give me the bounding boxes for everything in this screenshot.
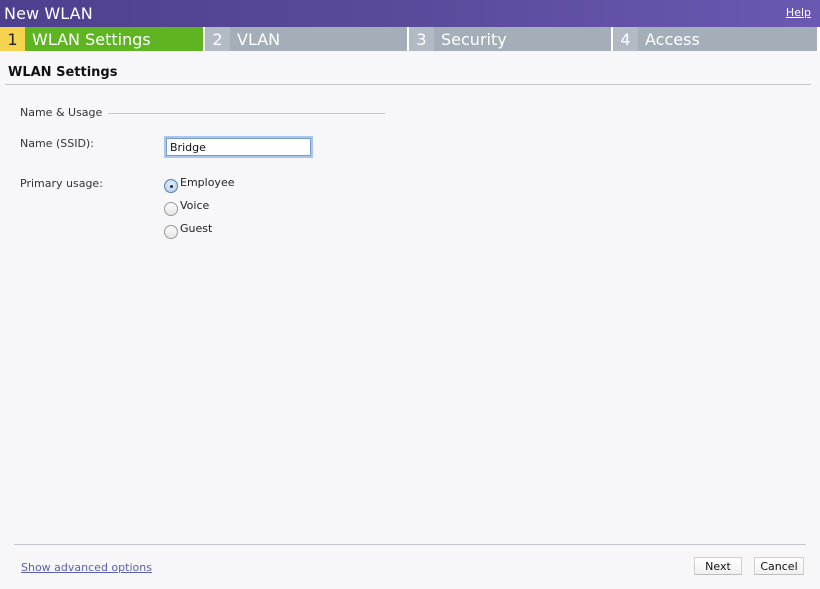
radio-button[interactable] [164, 202, 178, 216]
radio-button-checked[interactable] [164, 179, 178, 193]
step-security[interactable]: 3 Security [409, 27, 611, 51]
step-label: WLAN Settings [25, 27, 203, 51]
step-number: 4 [613, 27, 638, 51]
section-divider [5, 84, 811, 85]
footer-divider [14, 544, 806, 545]
step-label: Security [434, 27, 611, 51]
step-label: VLAN [230, 27, 407, 51]
ssid-label: Name (SSID): [20, 137, 94, 150]
fieldset-divider [108, 113, 385, 114]
next-button[interactable]: Next [694, 557, 742, 575]
fieldset-legend: Name & Usage [20, 106, 103, 119]
step-wlan-settings[interactable]: 1 WLAN Settings [0, 27, 203, 51]
radio-button[interactable] [164, 225, 178, 239]
title-bar: New WLAN Help [0, 0, 820, 27]
window-title: New WLAN [4, 4, 93, 23]
show-advanced-options-link[interactable]: Show advanced options [21, 561, 152, 574]
step-number: 1 [0, 27, 25, 51]
wizard-steps: 1 WLAN Settings 2 VLAN 3 Security 4 Acce… [0, 27, 820, 51]
radio-voice[interactable]: Voice [164, 199, 209, 216]
step-access[interactable]: 4 Access [613, 27, 817, 51]
radio-label: Employee [180, 176, 235, 189]
ssid-input[interactable] [166, 138, 311, 156]
radio-employee[interactable]: Employee [164, 176, 234, 193]
section-title: WLAN Settings [8, 65, 118, 80]
help-link[interactable]: Help [786, 6, 811, 19]
primary-usage-label: Primary usage: [20, 177, 103, 190]
radio-guest[interactable]: Guest [164, 222, 212, 239]
step-label: Access [638, 27, 817, 51]
step-vlan[interactable]: 2 VLAN [205, 27, 407, 51]
radio-label: Guest [180, 222, 213, 235]
step-number: 3 [409, 27, 434, 51]
radio-label: Voice [180, 199, 210, 212]
step-number: 2 [205, 27, 230, 51]
cancel-button[interactable]: Cancel [754, 557, 804, 575]
